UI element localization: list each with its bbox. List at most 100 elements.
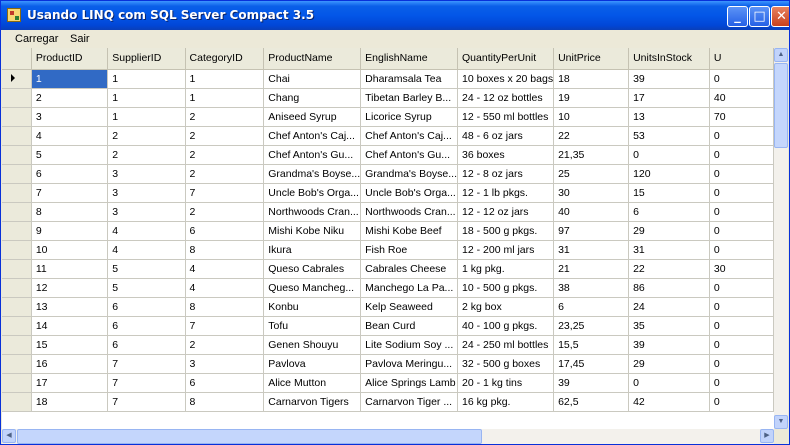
table-cell[interactable]: Chef Anton's Gu... <box>263 145 362 165</box>
table-cell[interactable]: 2 kg box <box>457 297 555 317</box>
table-row[interactable]: 4 2 2 Chef Anton's Caj... Chef Anton's Caj..… <box>2 126 774 146</box>
horizontal-scroll-thumb[interactable] <box>17 429 482 444</box>
table-cell[interactable]: 6 <box>185 373 265 393</box>
table-cell[interactable]: 13 <box>628 107 710 127</box>
table-cell[interactable]: 6 <box>31 164 109 184</box>
table-cell[interactable]: 18 - 500 g pkgs. <box>457 221 555 241</box>
table-cell[interactable]: 39 <box>553 373 630 393</box>
vertical-scrollbar[interactable]: ▲ ▼ <box>774 48 788 429</box>
table-cell[interactable]: Genen Shouyu <box>263 335 362 355</box>
row-header[interactable] <box>2 164 32 184</box>
table-cell[interactable]: 24 <box>628 297 710 317</box>
table-row[interactable]: 7 3 7 Uncle Bob's Orga... Uncle Bob's Orga..… <box>2 183 774 203</box>
table-cell[interactable]: Alice Mutton <box>263 373 362 393</box>
table-cell[interactable]: 0 <box>709 240 774 260</box>
title-bar[interactable]: Usando LINQ com SQL Server Compact 3.5 _… <box>1 1 789 30</box>
table-cell[interactable]: 120 <box>628 164 710 184</box>
table-row[interactable]: 12 5 4 Queso Mancheg... Manchego La Pa... 10 … <box>2 278 774 298</box>
table-cell[interactable]: 10 boxes x 20 bags <box>457 69 555 89</box>
table-cell[interactable]: 0 <box>709 183 774 203</box>
row-header[interactable] <box>2 240 32 260</box>
table-cell[interactable]: Mishi Kobe Niku <box>263 221 362 241</box>
table-cell[interactable]: 16 <box>31 354 109 374</box>
horizontal-scrollbar[interactable]: ◀ ▶ <box>2 429 774 444</box>
table-cell[interactable]: 40 <box>709 88 774 108</box>
table-cell[interactable]: 2 <box>185 126 265 146</box>
table-cell[interactable]: Northwoods Cran... <box>360 202 459 222</box>
table-cell[interactable]: Manchego La Pa... <box>360 278 459 298</box>
table-cell[interactable]: 0 <box>709 278 774 298</box>
menu-item-carregar[interactable]: Carregar <box>9 32 64 46</box>
table-cell[interactable]: 1 <box>185 69 265 89</box>
table-cell[interactable]: 6 <box>628 202 710 222</box>
table-row[interactable]: 14 6 7 Tofu Bean Curd 40 - 100 g pkgs. 23,25 35… <box>2 316 774 336</box>
table-cell[interactable]: 15 <box>31 335 109 355</box>
table-cell[interactable]: 4 <box>107 240 186 260</box>
table-cell[interactable]: 2 <box>185 164 265 184</box>
app-icon[interactable] <box>7 8 21 22</box>
table-cell[interactable]: 15 <box>628 183 710 203</box>
table-cell[interactable]: 62,5 <box>553 392 630 412</box>
table-cell[interactable]: 7 <box>107 373 186 393</box>
table-cell[interactable]: 6 <box>553 297 630 317</box>
table-row[interactable]: 9 4 6 Mishi Kobe Niku Mishi Kobe Beef 18 - 50… <box>2 221 774 241</box>
table-cell[interactable]: Carnarvon Tigers <box>263 392 362 412</box>
table-cell[interactable]: 0 <box>709 297 774 317</box>
table-cell[interactable]: Chai <box>263 69 362 89</box>
table-row[interactable]: 3 1 2 Aniseed Syrup Licorice Syrup 12 - 550 m… <box>2 107 774 127</box>
table-cell[interactable]: Grandma's Boyse... <box>263 164 362 184</box>
table-cell[interactable]: 25 <box>553 164 630 184</box>
table-row[interactable]: 6 3 2 Grandma's Boyse... Grandma's Boyse... 1… <box>2 164 774 184</box>
row-header[interactable] <box>2 392 32 412</box>
row-header[interactable] <box>2 316 32 336</box>
table-cell[interactable]: 18 <box>31 392 109 412</box>
table-cell[interactable]: 21,35 <box>553 145 630 165</box>
corner-header[interactable] <box>2 48 32 70</box>
table-cell[interactable]: Carnarvon Tiger ... <box>360 392 459 412</box>
table-cell[interactable]: 5 <box>31 145 109 165</box>
table-cell[interactable]: Uncle Bob's Orga... <box>263 183 362 203</box>
table-cell[interactable]: 0 <box>709 202 774 222</box>
table-cell[interactable]: 0 <box>709 335 774 355</box>
scroll-up-button[interactable]: ▲ <box>774 48 788 62</box>
table-cell[interactable]: 10 - 500 g pkgs. <box>457 278 555 298</box>
table-cell[interactable]: Chang <box>263 88 362 108</box>
table-cell[interactable]: Tibetan Barley B... <box>360 88 459 108</box>
table-cell[interactable]: Queso Mancheg... <box>263 278 362 298</box>
table-cell[interactable]: 6 <box>185 221 265 241</box>
row-header[interactable] <box>2 278 32 298</box>
table-cell[interactable]: 17 <box>628 88 710 108</box>
column-header[interactable]: ProductName <box>263 48 362 70</box>
vertical-scroll-thumb[interactable] <box>774 63 788 148</box>
table-cell[interactable]: 7 <box>31 183 109 203</box>
table-cell[interactable]: 3 <box>185 354 265 374</box>
table-cell[interactable]: 0 <box>709 126 774 146</box>
table-cell[interactable]: 0 <box>628 145 710 165</box>
table-cell[interactable]: Tofu <box>263 316 362 336</box>
row-header[interactable] <box>2 259 32 279</box>
table-cell[interactable]: 5 <box>107 259 186 279</box>
table-cell[interactable]: 39 <box>628 69 710 89</box>
table-cell[interactable]: Chef Anton's Gu... <box>360 145 459 165</box>
table-cell[interactable]: 24 - 250 ml bottles <box>457 335 555 355</box>
column-header[interactable]: EnglishName <box>360 48 459 70</box>
table-cell[interactable]: 2 <box>107 145 186 165</box>
table-cell[interactable]: 6 <box>107 297 186 317</box>
table-cell[interactable]: 3 <box>107 202 186 222</box>
table-cell[interactable]: 6 <box>107 335 186 355</box>
table-cell[interactable]: 2 <box>185 145 265 165</box>
table-cell[interactable]: 2 <box>31 88 109 108</box>
table-cell[interactable]: 2 <box>185 335 265 355</box>
row-header[interactable] <box>2 202 32 222</box>
column-header[interactable]: UnitsInStock <box>628 48 710 70</box>
scroll-down-button[interactable]: ▼ <box>774 415 788 429</box>
table-cell[interactable]: 1 kg pkg. <box>457 259 555 279</box>
table-cell[interactable]: Aniseed Syrup <box>263 107 362 127</box>
table-cell[interactable]: 10 <box>553 107 630 127</box>
table-cell[interactable]: 39 <box>628 335 710 355</box>
table-cell[interactable]: 19 <box>553 88 630 108</box>
table-cell[interactable]: Dharamsala Tea <box>360 69 459 89</box>
table-cell[interactable]: 23,25 <box>553 316 630 336</box>
row-header[interactable] <box>2 297 32 317</box>
table-cell[interactable]: 1 <box>107 69 186 89</box>
